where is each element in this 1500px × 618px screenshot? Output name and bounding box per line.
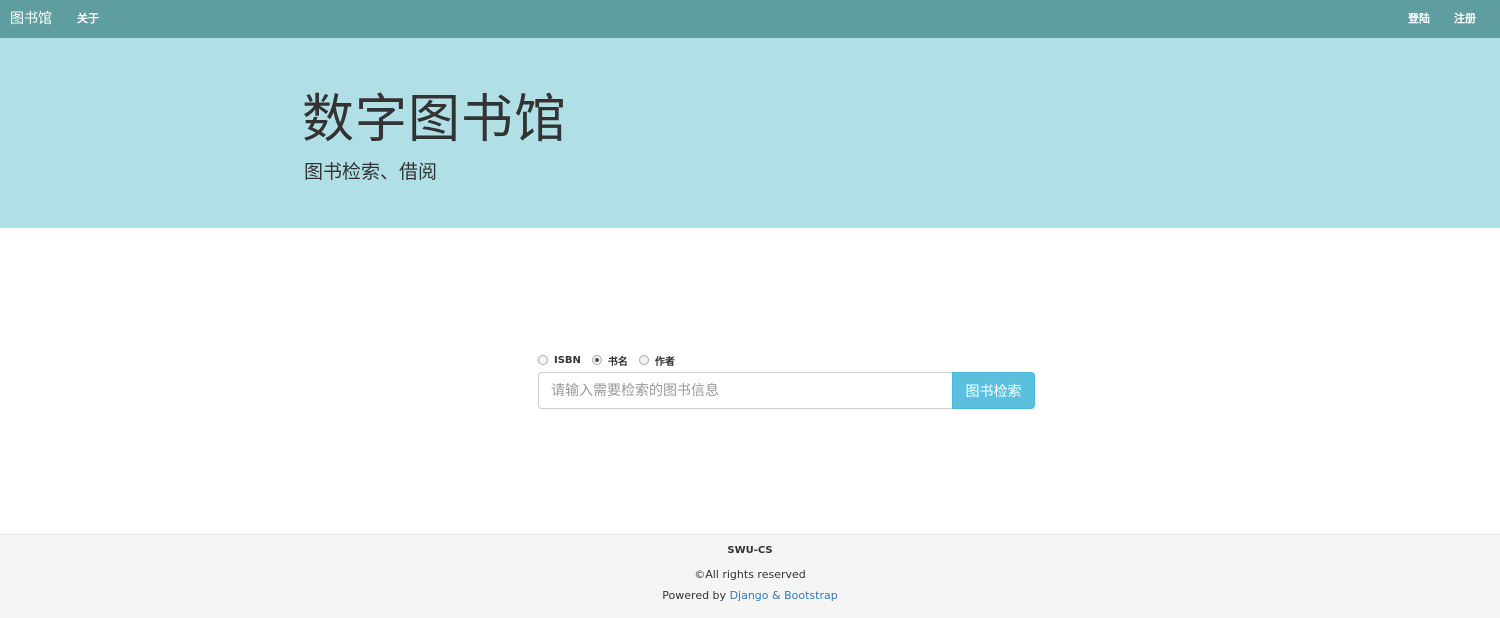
radio-option-title[interactable]: 书名 <box>591 353 628 368</box>
page-subtitle: 图书检索、借阅 <box>304 161 438 183</box>
page-footer: SWU-CS ©All rights reserved Powered by D… <box>0 534 1500 618</box>
radio-label-author: 作者 <box>654 356 675 368</box>
nav-link-about[interactable]: 关于 <box>77 0 99 38</box>
search-type-radio-group: ISBN 书名 作者 <box>538 352 686 368</box>
radio-label-title: 书名 <box>607 356 628 368</box>
footer-copyright: ©All rights reserved <box>694 568 806 581</box>
nav-link-register[interactable]: 注册 <box>1454 0 1476 38</box>
footer-brand: SWU-CS <box>727 545 773 556</box>
navbar-brand[interactable]: 图书馆 <box>10 0 52 38</box>
page-title: 数字图书馆 <box>302 90 568 150</box>
hero-banner: 数字图书馆 图书检索、借阅 <box>0 38 1500 228</box>
footer-django-bootstrap-link[interactable]: Django & Bootstrap <box>730 589 838 602</box>
radio-button-isbn[interactable] <box>538 355 548 365</box>
search-input[interactable] <box>538 372 952 409</box>
radio-button-title[interactable] <box>591 355 602 365</box>
radio-label-isbn: ISBN <box>554 354 581 366</box>
radio-button-author[interactable] <box>638 355 649 365</box>
nav-link-login[interactable]: 登陆 <box>1408 0 1430 38</box>
radio-option-author[interactable]: 作者 <box>638 353 675 368</box>
radio-option-isbn[interactable]: ISBN <box>538 355 581 366</box>
top-navbar: 图书馆 关于 登陆 注册 <box>0 0 1500 38</box>
book-search-form: ISBN 书名 作者 图书检索 <box>538 352 1035 410</box>
footer-powered-by: Powered by Django & Bootstrap <box>0 589 1500 602</box>
search-button[interactable]: 图书检索 <box>952 372 1035 409</box>
footer-powered-prefix: Powered by <box>662 589 727 602</box>
